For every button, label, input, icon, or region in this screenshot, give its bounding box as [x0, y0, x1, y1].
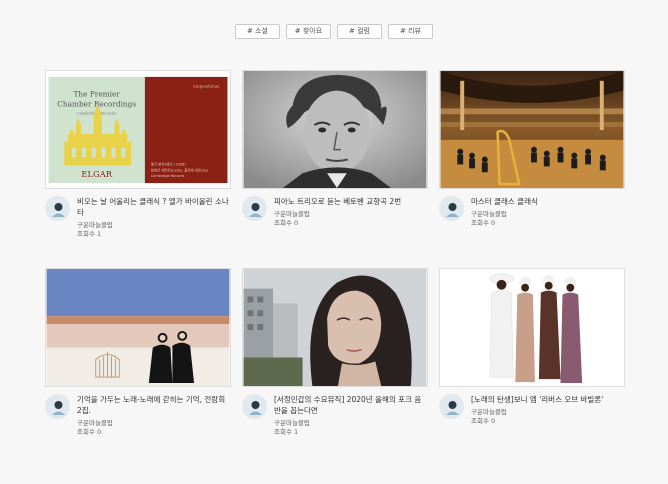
beethoven-portrait [243, 71, 427, 188]
video-title[interactable]: 피아노 트리오로 듣는 베토벤 교향곡 2번 [274, 196, 428, 207]
video-meta: 마스터 클래스 클래식 구운마늘클럽 조회수 0 [439, 196, 625, 227]
svg-text:Cambridge Records: Cambridge Records [151, 174, 185, 178]
video-grid: The Premier Chamber Recordings Cambridge… [45, 70, 625, 466]
video-thumbnail[interactable] [242, 268, 428, 387]
video-thumbnail[interactable] [439, 70, 625, 189]
band-group-photo [440, 269, 624, 386]
video-meta: [노래의 탄생]보니 엠 '리버스 오브 바빌론' 구운마늘클럽 조회수 0 [439, 394, 625, 425]
video-card[interactable]: The Premier Chamber Recordings Cambridge… [45, 70, 231, 268]
svg-text:랑데르 제라르(Cello), 플레셰 게토(by): 랑데르 제라르(Cello), 플레셰 게토(by) [151, 167, 209, 172]
tab-review[interactable]: # 리뷰 [388, 24, 433, 39]
channel-name[interactable]: 구운마늘클럽 [274, 419, 428, 428]
channel-avatar[interactable] [45, 196, 70, 221]
video-title[interactable]: [서정민갑의 수요뮤직] 2020년 올해의 포크 음반을 꼽는다면 [274, 394, 428, 416]
video-card[interactable]: 마스터 클래스 클래식 구운마늘클럽 조회수 0 [439, 70, 625, 268]
video-title[interactable]: 마스터 클래스 클래식 [471, 196, 625, 207]
channel-name[interactable]: 구운마늘클럽 [274, 210, 428, 219]
channel-name[interactable]: 구운마늘클럽 [77, 419, 231, 428]
video-meta: [서정민갑의 수요뮤직] 2020년 올해의 포크 음반을 꼽는다면 구운마늘클… [242, 394, 428, 436]
svg-text:ELGAR: ELGAR [81, 169, 112, 179]
svg-text:Cinpendulum: Cinpendulum [193, 84, 220, 89]
view-count: 조회수 0 [274, 218, 299, 227]
category-tabs: # 소셜 # 찾아요 # 컬럼 # 리뷰 [0, 24, 668, 39]
video-card[interactable]: 기억을 가두는 노래-노래에 갇히는 기억, 전람회 2집. 구운마늘클럽 조회… [45, 268, 231, 466]
channel-name[interactable]: 구운마늘클럽 [77, 221, 231, 230]
channel-avatar[interactable] [242, 196, 267, 221]
video-title[interactable]: 기억을 가두는 노래-노래에 갇히는 기억, 전람회 2집. [77, 394, 231, 416]
album-cover-couple [46, 269, 230, 386]
view-count: 조회수 1 [274, 427, 299, 436]
view-count: 조회수 0 [471, 416, 496, 425]
channel-name[interactable]: 구운마늘클럽 [471, 210, 625, 219]
view-count: 조회수 0 [471, 218, 496, 227]
view-count: 조회수 1 [77, 229, 102, 238]
view-count: 조회수 0 [77, 427, 102, 436]
channel-avatar[interactable] [439, 196, 464, 221]
woman-portrait-photo [243, 269, 427, 386]
video-thumbnail[interactable] [439, 268, 625, 387]
svg-text:The Premier: The Premier [74, 90, 121, 99]
video-thumbnail[interactable] [242, 70, 428, 189]
tab-looking-for[interactable]: # 찾아요 [286, 24, 331, 39]
video-card[interactable]: [노래의 탄생]보니 엠 '리버스 오브 바빌론' 구운마늘클럽 조회수 0 [439, 268, 625, 466]
elgar-album-cover: The Premier Chamber Recordings Cambridge… [46, 71, 230, 188]
tab-social[interactable]: # 소셜 [235, 24, 280, 39]
video-card[interactable]: 피아노 트리오로 듣는 베토벤 교향곡 2번 구운마늘클럽 조회수 0 [242, 70, 428, 268]
video-thumbnail[interactable]: The Premier Chamber Recordings Cambridge… [45, 70, 231, 189]
channel-avatar[interactable] [242, 394, 267, 419]
channel-avatar[interactable] [45, 394, 70, 419]
video-meta: 기억을 가두는 노래-노래에 갇히는 기억, 전람회 2집. 구운마늘클럽 조회… [45, 394, 231, 436]
video-title[interactable]: [노래의 탄생]보니 엠 '리버스 오브 바빌론' [471, 394, 625, 405]
channel-name[interactable]: 구운마늘클럽 [471, 408, 625, 417]
video-card[interactable]: [서정민갑의 수요뮤직] 2020년 올해의 포크 음반을 꼽는다면 구운마늘클… [242, 268, 428, 466]
channel-avatar[interactable] [439, 394, 464, 419]
video-title[interactable]: 비오는 날 어울리는 클래식 ? 엘가 바이올린 소나타 [77, 196, 231, 218]
svg-text:엘가 현악5중주 (1928): 엘가 현악5중주 (1928) [151, 161, 186, 166]
tab-column[interactable]: # 컬럼 [337, 24, 382, 39]
concert-hall-photo [440, 71, 624, 188]
video-thumbnail[interactable] [45, 268, 231, 387]
video-meta: 비오는 날 어울리는 클래식 ? 엘가 바이올린 소나타 구운마늘클럽 조회수 … [45, 196, 231, 238]
video-meta: 피아노 트리오로 듣는 베토벤 교향곡 2번 구운마늘클럽 조회수 0 [242, 196, 428, 227]
